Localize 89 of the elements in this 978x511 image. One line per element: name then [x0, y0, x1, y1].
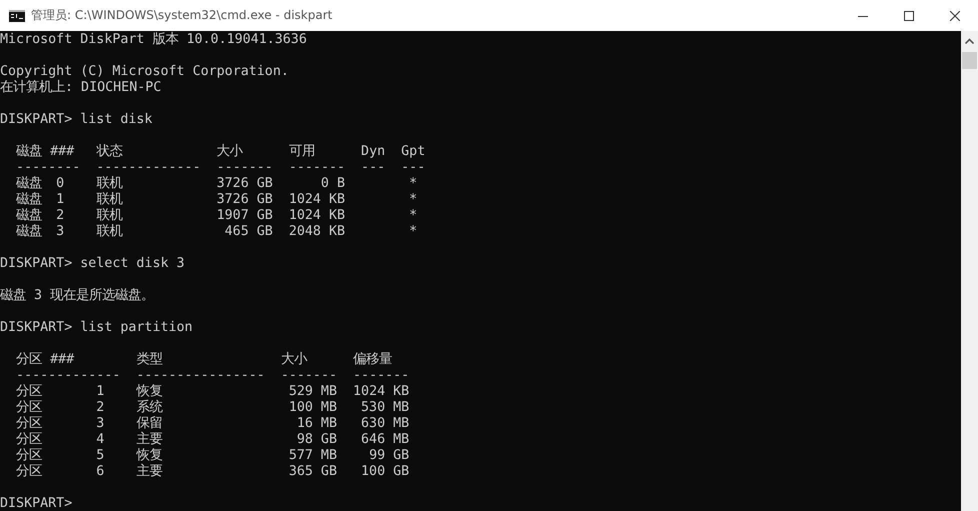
- scroll-up-icon[interactable]: [965, 38, 974, 44]
- column-header: Dyn: [361, 144, 386, 160]
- table-cell-text: 4: [95, 432, 104, 448]
- table-cell-text: 磁盘: [16, 192, 44, 208]
- table-cell: 3726 GB: [216, 192, 273, 208]
- column-rule: ---: [401, 160, 426, 176]
- column-header: 可用: [288, 144, 316, 160]
- column-rule: -------------: [16, 368, 120, 384]
- table-cell: 2: [56, 208, 64, 224]
- table-cell: 1907 GB: [216, 208, 273, 224]
- table-cell: 0: [56, 176, 64, 192]
- table-cell: 16 MB: [296, 416, 337, 432]
- table-cell: 主要: [136, 464, 162, 480]
- scrollbar-thumb[interactable]: [962, 52, 977, 69]
- column-rule: -------: [216, 160, 273, 176]
- table-cell: 主要: [136, 432, 162, 448]
- table-cell-text: 恢复: [136, 448, 162, 464]
- table-cell: 1024 KB: [353, 384, 410, 400]
- command-line: DISKPART> list partition: [0, 320, 194, 336]
- console-icon: [9, 10, 25, 22]
- table-cell: 2048 KB: [288, 224, 345, 240]
- column-rule: -------: [353, 368, 410, 384]
- table-cell: 99 GB: [369, 448, 410, 464]
- table-cell: 577 MB: [288, 448, 337, 464]
- table-cell: *: [409, 192, 418, 208]
- column-header: 类型: [136, 352, 164, 368]
- table-cell-text: 3: [95, 416, 104, 432]
- column-rule: ----------------: [136, 368, 265, 384]
- table-cell: 100 GB: [361, 464, 410, 480]
- table-cell: 3: [56, 224, 64, 240]
- maximize-icon: [904, 10, 914, 20]
- table-cell: 1024 KB: [288, 192, 345, 208]
- table-cell: 0 B: [320, 176, 345, 192]
- column-rule: ---: [361, 160, 386, 176]
- table-cell-text: 分区: [16, 432, 44, 448]
- table-cell-text: 分区: [16, 384, 44, 400]
- table-cell: 1024 KB: [288, 208, 345, 224]
- command-line: DISKPART> select disk 3: [0, 256, 186, 272]
- column-header: Gpt: [401, 144, 426, 160]
- table-cell: 529 MB: [288, 384, 337, 400]
- window-title: 管理员: C:\WINDOWS\system32\cmd.exe - diskpart: [31, 7, 332, 24]
- table-cell-text: 磁盘: [16, 208, 44, 224]
- column-rule: -------: [288, 160, 345, 176]
- table-cell: 530 MB: [361, 400, 410, 416]
- table-cell: 98 GB: [296, 432, 337, 448]
- column-header: 大小: [280, 352, 308, 368]
- table-cell: *: [409, 208, 418, 224]
- column-rule: -------: [280, 368, 337, 384]
- table-cell-text: 分区: [16, 400, 44, 416]
- scrollbar[interactable]: [961, 31, 978, 511]
- output-line: 在计算机上: DIOCHEN-PC: [0, 80, 162, 96]
- command-line: DISKPART>: [0, 496, 74, 511]
- table-cell: 365 GB: [288, 464, 337, 480]
- table-cell-text: 磁盘: [16, 176, 44, 192]
- command-line: DISKPART> list disk: [0, 112, 154, 128]
- table-cell-text: 1: [95, 384, 104, 400]
- output-line: 磁盘 3 现在是所选磁盘。: [0, 288, 156, 304]
- table-cell: *: [409, 176, 418, 192]
- column-header: 大小: [216, 144, 244, 160]
- table-cell-text: 分区: [16, 464, 44, 480]
- table-cell: 1: [56, 192, 64, 208]
- column-header: 状态: [96, 144, 124, 160]
- table-cell-text: 5: [95, 448, 104, 464]
- table-cell-text: 保留: [136, 416, 162, 432]
- table-cell: 联机: [96, 192, 122, 208]
- table-cell: 联机: [96, 208, 122, 224]
- column-header: 磁盘 ###: [16, 144, 76, 160]
- column-rule: --------: [16, 160, 80, 176]
- table-cell-text: 恢复: [136, 384, 162, 400]
- table-cell: 100 MB: [288, 400, 337, 416]
- table-cell: 646 MB: [361, 432, 410, 448]
- table-cell: 630 MB: [361, 416, 410, 432]
- table-cell: 联机: [96, 176, 122, 192]
- table-cell: 465 GB: [224, 224, 273, 240]
- table-cell: 联机: [96, 224, 122, 240]
- table-cell: 系统: [136, 400, 162, 416]
- column-rule: -------------: [96, 160, 201, 176]
- table-cell: *: [409, 224, 418, 240]
- table-cell-text: 2: [95, 400, 104, 416]
- output-line: Microsoft DiskPart 版本 10.0.19041.3636: [0, 32, 308, 48]
- table-cell-text: 分区: [16, 416, 44, 432]
- column-header: 偏移量: [353, 352, 394, 368]
- table-cell: 3726 GB: [216, 176, 273, 192]
- table-cell-text: 6: [95, 464, 104, 480]
- table-cell-text: 分区: [16, 448, 44, 464]
- column-header: 分区 ###: [16, 352, 76, 368]
- close-icon: [950, 10, 960, 20]
- table-cell-text: 磁盘: [16, 224, 44, 240]
- output-line: Copyright (C) Microsoft Corporation.: [0, 64, 290, 80]
